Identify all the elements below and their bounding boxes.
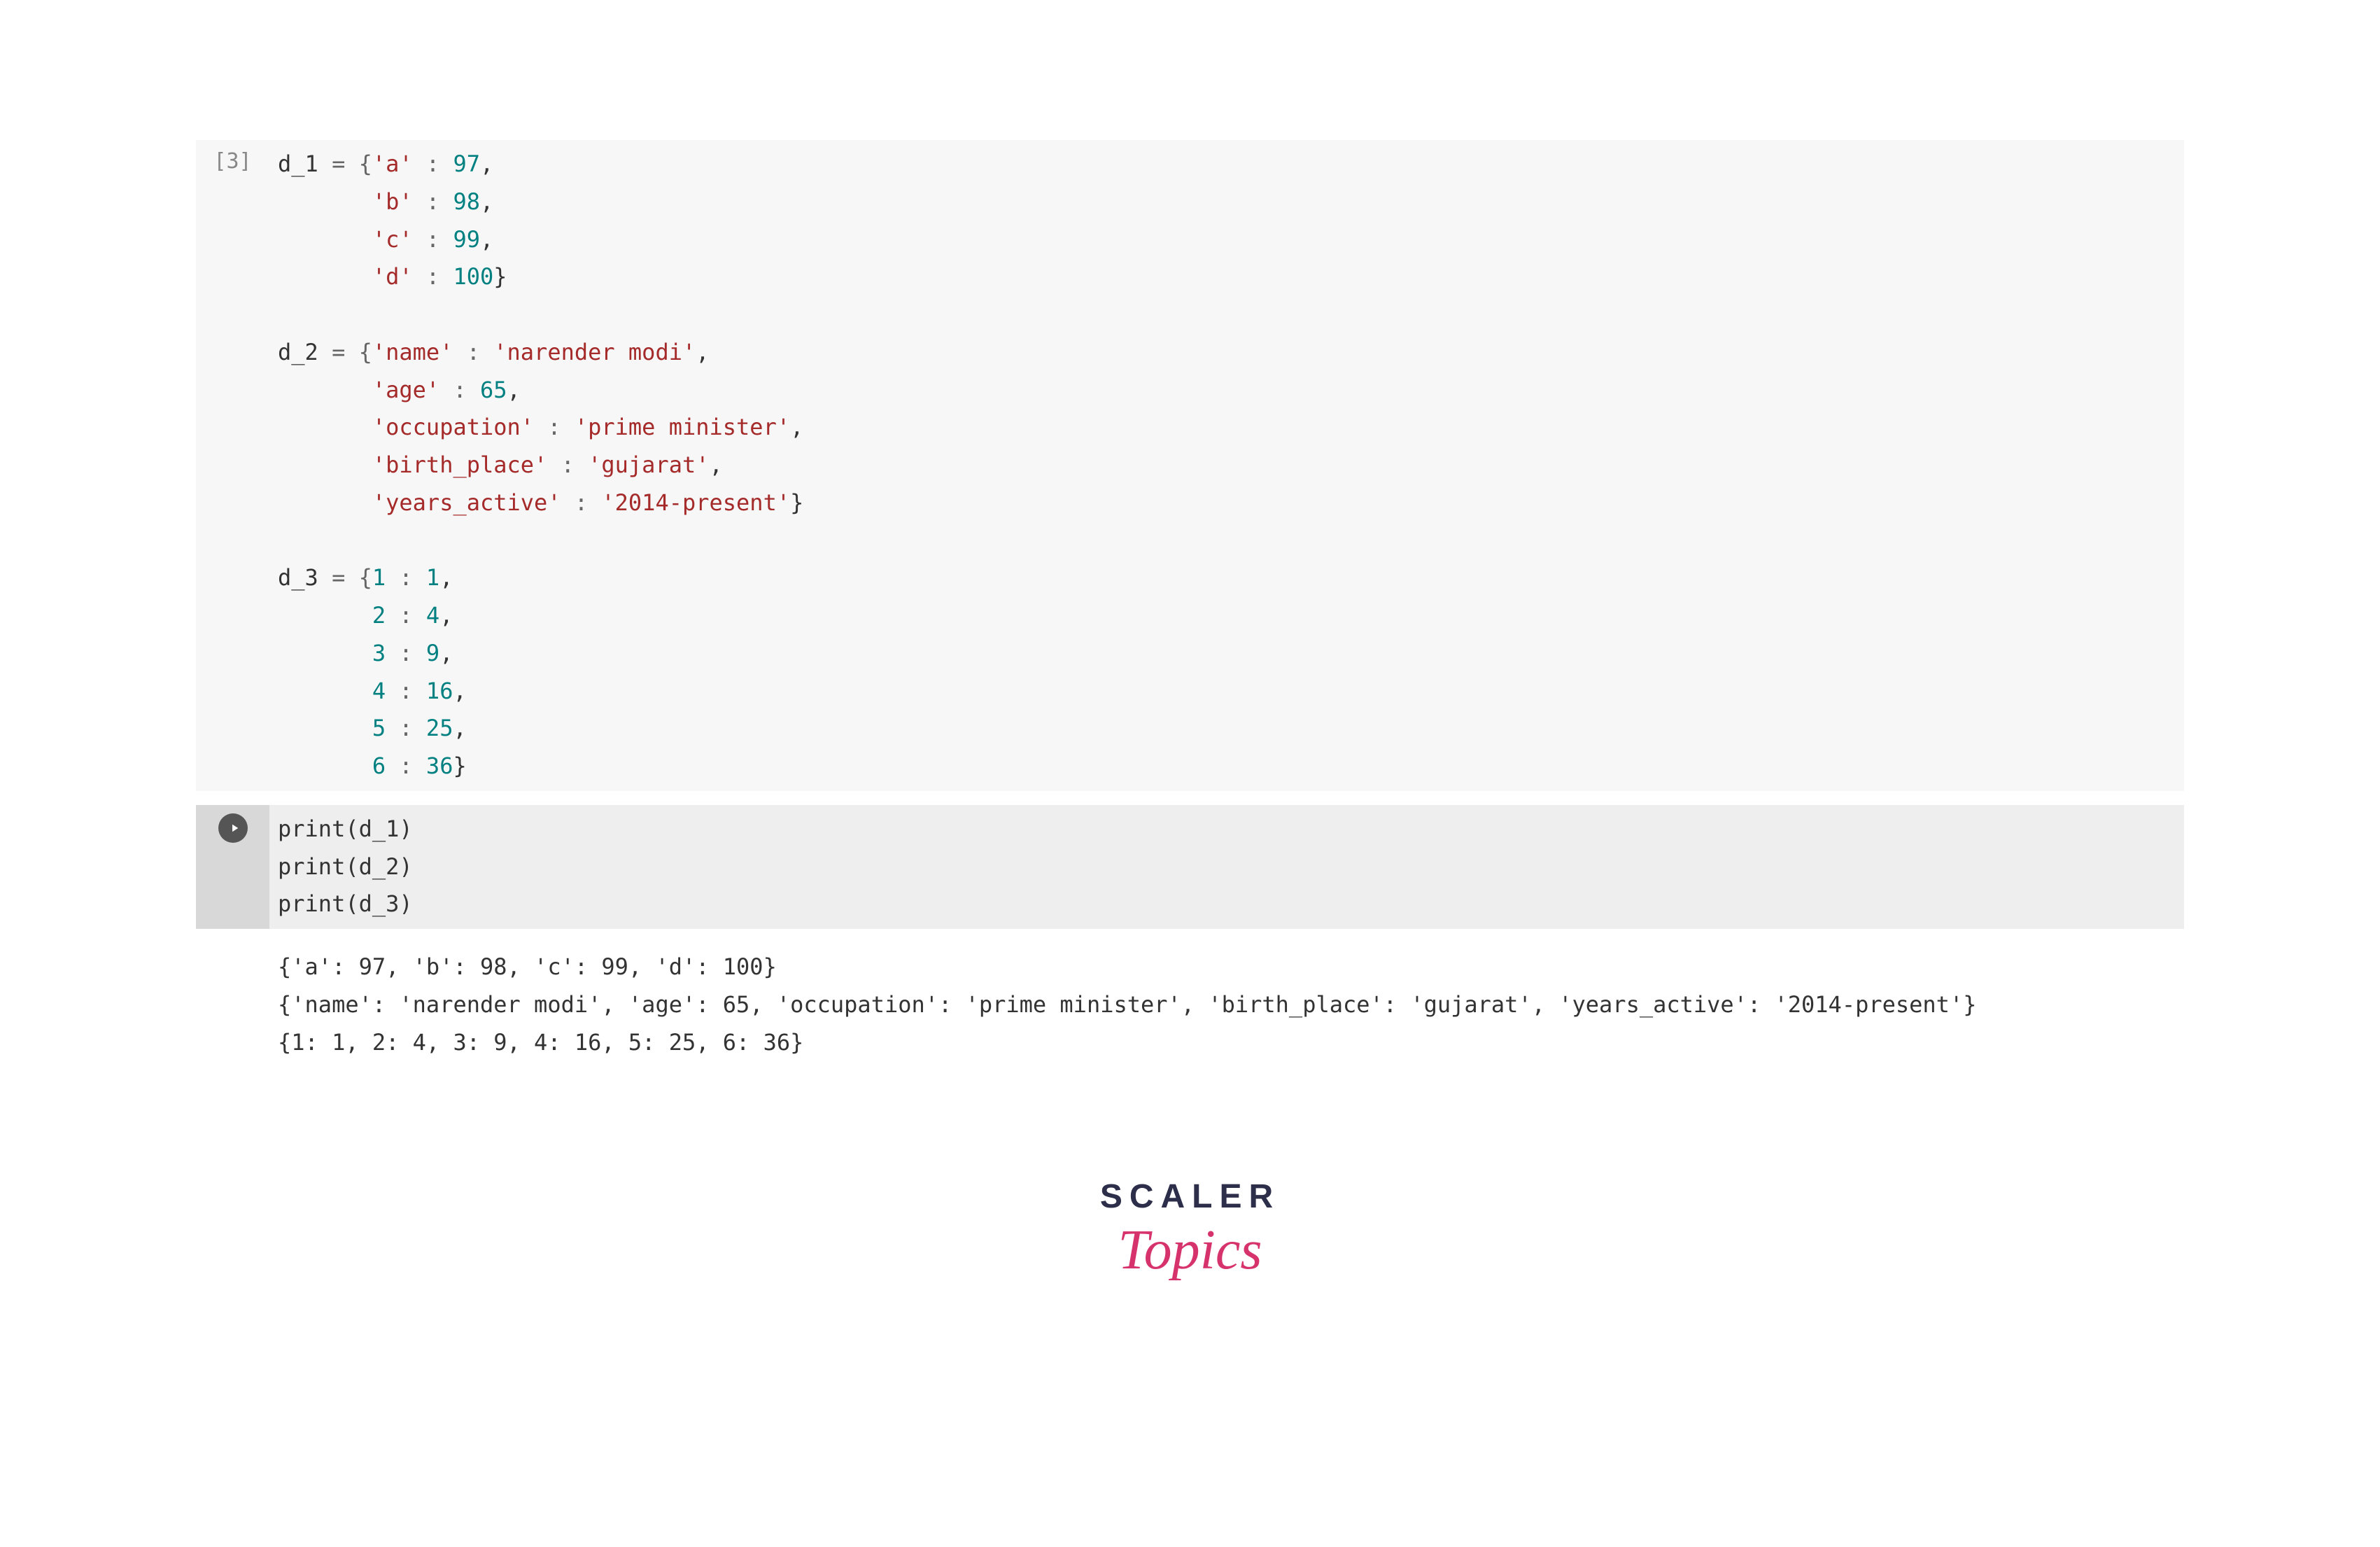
- exec-count-label: [3]: [213, 146, 251, 177]
- output-gutter: [196, 943, 269, 1067]
- output-line-2: {'name': 'narender modi', 'age': 65, 'oc…: [278, 991, 1976, 1018]
- output-line-3: {1: 1, 2: 4, 3: 9, 4: 16, 5: 25, 6: 36}: [278, 1029, 803, 1056]
- cell-gutter-1: [3]: [196, 140, 269, 791]
- play-icon: [228, 822, 241, 834]
- output-cell: {'a': 97, 'b': 98, 'c': 99, 'd': 100} {'…: [196, 943, 2184, 1067]
- run-button[interactable]: [218, 813, 248, 843]
- logo-topics-text: Topics: [1118, 1208, 1262, 1292]
- output-content: {'a': 97, 'b': 98, 'c': 99, 'd': 100} {'…: [269, 943, 2184, 1067]
- code-content-2[interactable]: print(d_1) print(d_2) print(d_3): [269, 805, 2184, 929]
- code-cell-2: print(d_1) print(d_2) print(d_3): [196, 805, 2184, 929]
- output-line-1: {'a': 97, 'b': 98, 'c': 99, 'd': 100}: [278, 953, 777, 980]
- scaler-topics-logo: SCALER Topics: [196, 1172, 2184, 1292]
- code-content-1[interactable]: d_1 = {'a' : 97, 'b' : 98, 'c' : 99, 'd'…: [269, 140, 2184, 791]
- cell-gutter-2: [196, 805, 269, 929]
- code-block-2: print(d_1) print(d_2) print(d_3): [278, 811, 2184, 923]
- code-block-1: d_1 = {'a' : 97, 'b' : 98, 'c' : 99, 'd'…: [278, 146, 2184, 785]
- code-cell-1: [3] d_1 = {'a' : 97, 'b' : 98, 'c' : 99,…: [196, 140, 2184, 791]
- notebook-container: [3] d_1 = {'a' : 97, 'b' : 98, 'c' : 99,…: [0, 0, 2380, 1292]
- output-text: {'a': 97, 'b': 98, 'c': 99, 'd': 100} {'…: [278, 948, 2184, 1061]
